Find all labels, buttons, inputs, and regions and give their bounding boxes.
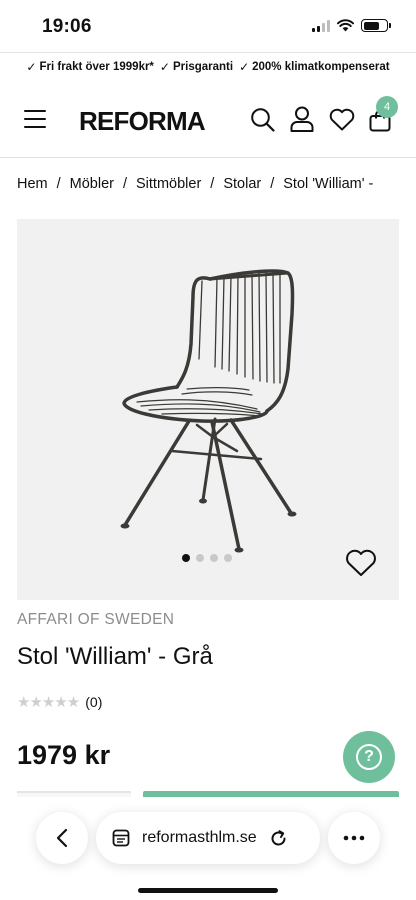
status-icons [312,19,391,32]
reload-icon[interactable] [269,829,288,848]
gallery-pagination [182,554,232,562]
usp-item: ✓ 200% klimatkompenserat [239,60,390,74]
help-button[interactable]: ? [343,731,395,783]
check-icon: ✓ [239,59,250,74]
status-time: 19:06 [42,16,92,37]
breadcrumb-separator: / [270,176,275,192]
breadcrumb: Hem / Möbler / Sittmöbler / Stolar / Sto… [17,176,373,192]
breadcrumb-sittmobler[interactable]: Sittmöbler [136,176,201,192]
breadcrumb-stolar[interactable]: Stolar [223,176,261,192]
more-button[interactable] [328,812,380,864]
user-icon[interactable] [290,106,314,132]
more-icon [343,835,365,841]
breadcrumb-separator: / [210,176,215,192]
wifi-icon [337,19,354,32]
site-header: REFORMA [0,80,416,158]
hamburger-icon[interactable] [24,110,46,128]
browser-toolbar: reformasthlm.se [0,798,416,900]
breadcrumb-home[interactable]: Hem [17,176,48,192]
cart-count-badge: 4 [376,96,398,118]
cellular-signal-icon [312,19,330,32]
usp-item: ✓ Prisgaranti [160,60,233,74]
status-bar: 19:06 [0,0,416,50]
usp-item: ✓ Fri frakt över 1999kr* [26,60,154,74]
rating-stars: ★★★★★ [17,694,80,711]
back-button[interactable] [36,812,88,864]
check-icon: ✓ [159,59,170,74]
breadcrumb-separator: / [56,176,61,192]
breadcrumb-mobler[interactable]: Möbler [70,176,114,192]
search-icon[interactable] [250,107,275,132]
breadcrumb-current: Stol 'William' - [283,176,374,192]
usp-text: Prisgaranti [172,60,234,73]
usp-bar: ✓ Fri frakt över 1999kr* ✓ Prisgaranti ✓… [0,52,416,80]
breadcrumb-separator: / [122,176,128,192]
url-text: reformasthlm.se [142,829,257,846]
back-chevron-icon [56,828,68,848]
gallery-dot[interactable] [196,554,204,562]
gallery-dot[interactable] [224,554,232,562]
usp-text: Fri frakt över 1999kr* [39,60,154,73]
review-count: (0) [85,694,103,710]
battery-icon [361,19,391,32]
quantity-selector[interactable] [17,791,131,797]
product-image-gallery[interactable] [17,219,399,600]
tabs-icon [112,829,130,847]
heart-icon[interactable] [329,108,355,131]
product-brand[interactable]: AFFARI OF SWEDEN [17,611,174,629]
gallery-dot[interactable] [182,554,190,562]
check-icon: ✓ [26,59,37,74]
add-to-cart-button[interactable] [143,791,399,797]
usp-text: 200% klimatkompenserat [252,60,390,73]
site-logo[interactable]: REFORMA [79,106,206,137]
help-icon: ? [356,744,382,770]
product-image [120,269,297,553]
product-price: 1979 kr [17,740,111,770]
product-title: Stol 'William' - Grå [17,643,213,670]
product-rating[interactable]: ★★★★★ (0) [17,693,102,711]
favorite-heart-icon[interactable] [345,549,377,577]
home-indicator [138,888,278,893]
address-bar[interactable]: reformasthlm.se [96,812,320,864]
gallery-dot[interactable] [210,554,218,562]
